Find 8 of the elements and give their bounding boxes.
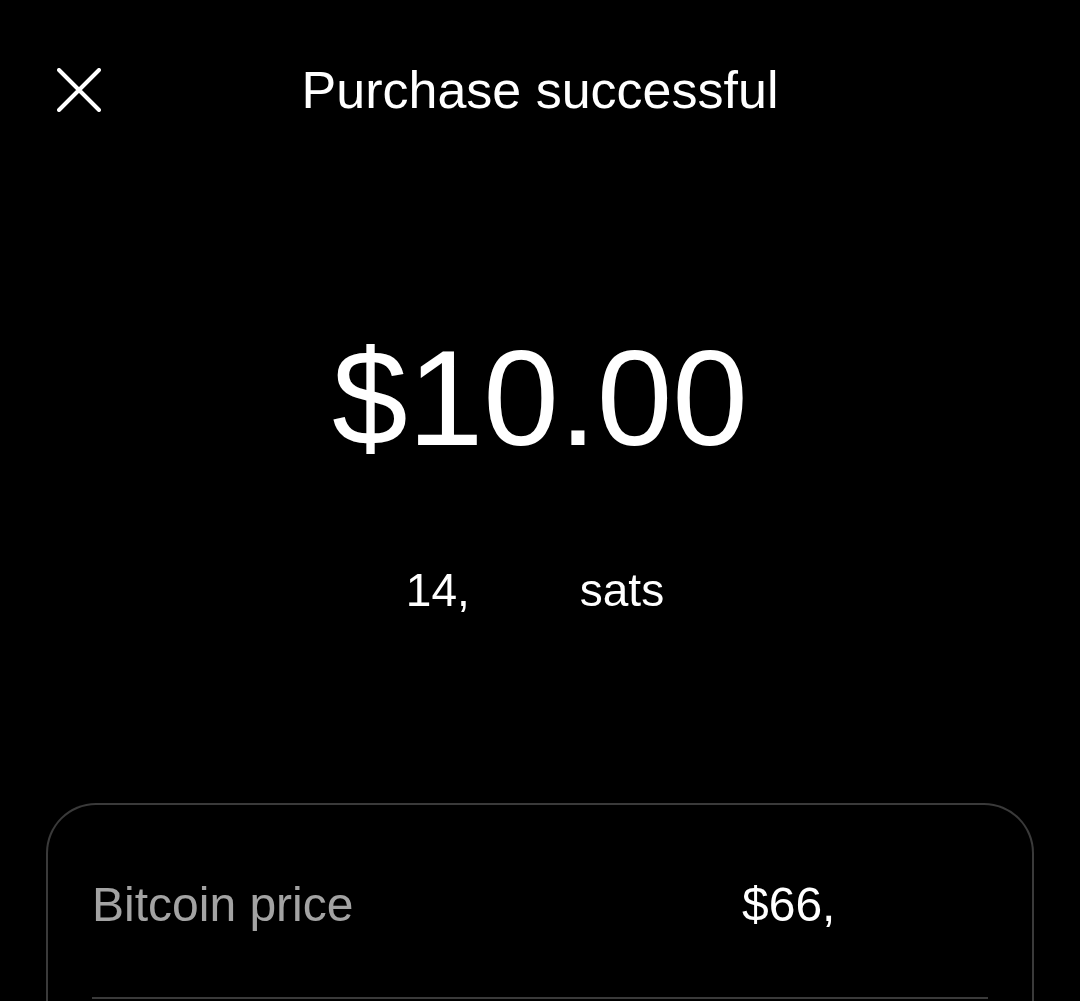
detail-value: $66, <box>742 877 836 933</box>
close-icon <box>57 68 101 112</box>
close-button[interactable] <box>56 67 102 113</box>
sats-number: 14, <box>405 563 470 618</box>
sats-unit: sats <box>579 563 665 618</box>
screen-title: Purchase successful <box>301 60 779 121</box>
detail-label: Bitcoin price <box>92 877 355 933</box>
purchase-amount: $10.00 <box>332 330 748 466</box>
